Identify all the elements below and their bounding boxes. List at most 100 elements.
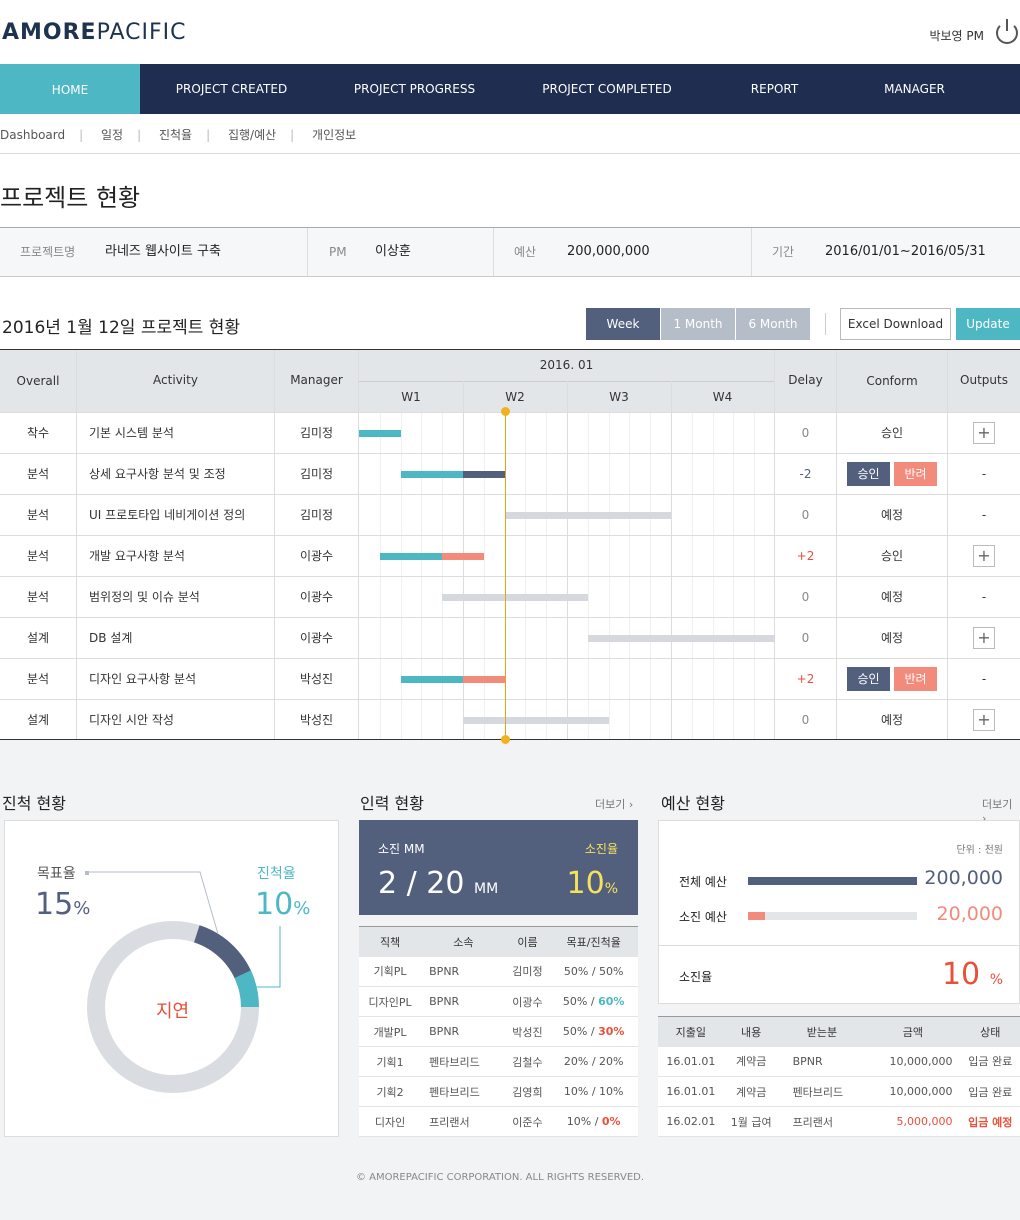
row-manager: 이광수: [299, 549, 334, 563]
approve-button[interactable]: 승인: [847, 667, 890, 691]
row-output: -: [981, 467, 987, 481]
expense-payee: 펜타브리드: [792, 1085, 844, 1099]
subnav-dashboard[interactable]: Dashboard: [0, 128, 65, 142]
nav-project-progress[interactable]: PROJECT PROGRESS: [323, 64, 506, 114]
nav-manager[interactable]: MANAGER: [841, 64, 988, 114]
chevron-right-icon: ›: [628, 798, 634, 811]
progress-card: 목표율 15% 진척율 10% 지연: [4, 820, 339, 1137]
add-output-icon[interactable]: +: [973, 627, 995, 649]
gantt-bar[interactable]: [463, 676, 505, 683]
row-activity: 범위정의 및 이슈 분석: [89, 590, 200, 604]
row-delay: 0: [801, 631, 810, 645]
expense-header: 상태: [980, 1025, 1001, 1039]
expense-date: 16.01.01: [666, 1085, 716, 1098]
add-output-icon[interactable]: +: [973, 422, 995, 444]
row-manager: 이광수: [299, 631, 334, 645]
gantt-bar[interactable]: [504, 512, 671, 519]
approve-button[interactable]: 승인: [847, 462, 890, 486]
row-conform: 예정: [880, 631, 904, 645]
1-month-button[interactable]: 1 Month: [661, 308, 735, 340]
gantt-bar[interactable]: [442, 553, 484, 560]
col-outputs: Outputs: [960, 373, 1008, 387]
today-marker-bottom: [500, 735, 510, 744]
manpower-more-link[interactable]: 더보기 ›: [595, 796, 633, 812]
col-activity: Activity: [153, 373, 198, 387]
expense-amount: 10,000,000: [889, 1085, 953, 1098]
reject-button[interactable]: 반려: [894, 462, 937, 486]
manpower-row: 기획1 펜타브리드 김철수 20% / 20%: [359, 1047, 638, 1077]
expense-table: 지출일 내용 받는분 금액 상태 16.01.01 계약금 BPNR 10,000,00…: [658, 1016, 1020, 1137]
row-output: -: [981, 672, 987, 686]
expense-status: 입금 완료: [968, 1055, 1013, 1069]
used-budget-track: [748, 912, 917, 920]
gantt-row: 분석 UI 프로토타입 네비게이션 정의 김미정 0 예정 -: [0, 494, 1020, 535]
expense-header: 내용: [741, 1025, 762, 1039]
expense-amount: 10,000,000: [889, 1054, 953, 1068]
reject-button[interactable]: 반려: [894, 667, 937, 691]
manpower-org: 펜타브리드: [429, 1085, 480, 1099]
total-budget-label: 전체 예산: [679, 875, 727, 889]
project-name-label: 프로젝트명: [20, 245, 76, 259]
row-activity: 상세 요구사항 분석 및 조정: [89, 467, 226, 481]
delay-status: 지연: [155, 1001, 190, 1022]
manpower-name: 이준수: [512, 1115, 543, 1129]
6-month-button[interactable]: 6 Month: [736, 308, 810, 340]
expense-amount: 5,000,000: [896, 1115, 953, 1128]
power-icon[interactable]: [996, 19, 1018, 44]
user-name: 박보영 PM: [929, 29, 984, 43]
manpower-header: 직책: [379, 935, 401, 949]
expense-payee: BPNR: [792, 1054, 823, 1068]
subnav-schedule[interactable]: 일정: [101, 128, 123, 142]
nav-project-completed[interactable]: PROJECT COMPLETED: [506, 64, 708, 114]
expense-row: 16.01.01 계약금 펜타브리드 10,000,000 입금 완료: [658, 1077, 1020, 1107]
excel-download-button[interactable]: Excel Download: [840, 308, 951, 340]
add-output-icon[interactable]: +: [973, 545, 995, 567]
row-output: -: [981, 590, 987, 604]
manpower-name: 김미정: [512, 965, 543, 979]
gantt-bar[interactable]: [359, 430, 401, 437]
nav-project-created[interactable]: PROJECT CREATED: [140, 64, 323, 114]
subnav-profile[interactable]: 개인정보: [312, 128, 356, 142]
row-activity: 기본 시스템 분석: [89, 426, 174, 440]
subnav-budget[interactable]: 집행/예산: [228, 128, 276, 142]
gantt-bar[interactable]: [587, 635, 775, 642]
subnav-progress[interactable]: 진척율: [159, 128, 192, 142]
gantt-row: 설계 디자인 시안 작성 박성진 0 예정 +: [0, 699, 1020, 740]
manpower-role: 디자인PL: [368, 995, 412, 1009]
manpower-rate: 10% / 10%: [563, 1085, 624, 1098]
row-activity: 디자인 요구사항 분석: [89, 672, 196, 686]
expense-payee: 프리랜서: [792, 1115, 834, 1129]
row-delay: 0: [801, 590, 810, 604]
manpower-name: 이광수: [512, 995, 543, 1009]
row-delay: +2: [796, 672, 815, 686]
total-budget-bar: [748, 877, 917, 885]
progress-title: 진척 현황: [2, 794, 66, 813]
row-activity: 디자인 시안 작성: [89, 713, 174, 727]
gantt-bar[interactable]: [463, 717, 609, 724]
manpower-row: 기획PL BPNR 김미정 50% / 50%: [359, 957, 638, 987]
amorepacific-logo[interactable]: AMOREPACIFIC: [2, 20, 186, 45]
gantt-bar[interactable]: [400, 676, 463, 683]
gantt-row: 분석 디자인 요구사항 분석 박성진 +2 승인 반려 -: [0, 658, 1020, 699]
manpower-header: 이름: [517, 935, 538, 949]
row-overall: 설계: [26, 631, 50, 645]
week-button[interactable]: Week: [586, 308, 660, 340]
period-value: 2016/01/01~2016/05/31: [825, 244, 986, 259]
manpower-name: 김철수: [512, 1055, 543, 1069]
row-overall: 착수: [26, 426, 50, 440]
header: AMOREPACIFIC 박보영 PM: [0, 0, 1020, 64]
used-rate-value: 10%: [566, 866, 619, 901]
gantt-row: 착수 기본 시스템 분석 김미정 0 승인 +: [0, 412, 1020, 453]
manpower-org: BPNR: [429, 1025, 460, 1038]
nav-home[interactable]: HOME: [0, 64, 140, 114]
gantt-bar[interactable]: [442, 594, 588, 601]
expense-status: 입금 예정: [968, 1115, 1013, 1129]
used-budget-bar: [748, 912, 765, 920]
gantt-bar[interactable]: [379, 553, 443, 560]
update-button[interactable]: Update: [956, 308, 1020, 340]
gantt-bar[interactable]: [400, 471, 463, 478]
expense-desc: 1월 급여: [730, 1115, 772, 1129]
add-output-icon[interactable]: +: [973, 709, 995, 731]
gantt-bar[interactable]: [463, 471, 505, 478]
nav-report[interactable]: REPORT: [708, 64, 841, 114]
